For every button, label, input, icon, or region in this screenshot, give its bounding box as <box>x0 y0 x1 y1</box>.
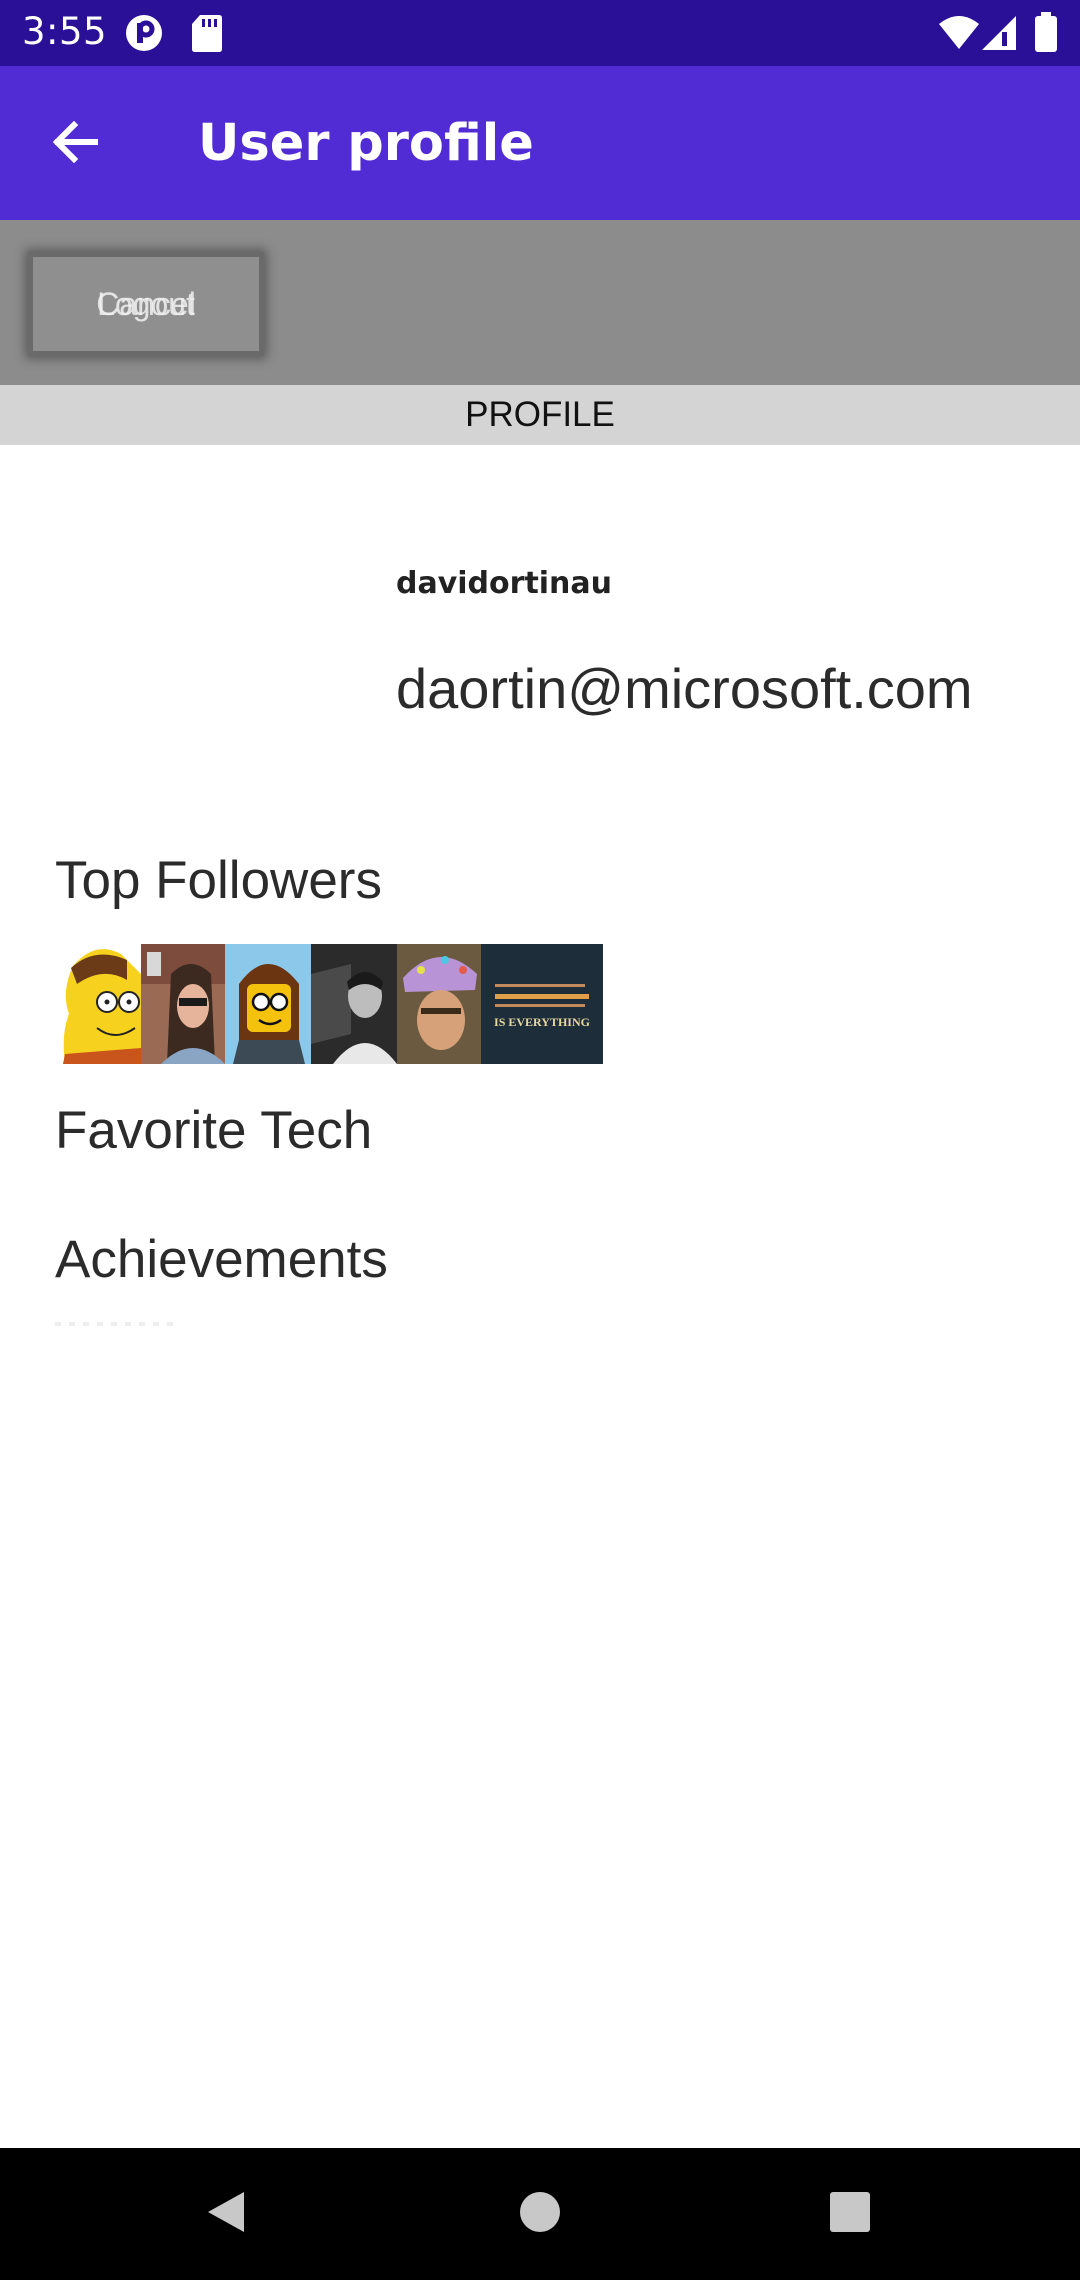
follower-avatar-2[interactable] <box>141 944 225 1064</box>
divider <box>55 1322 175 1326</box>
sd-card-icon <box>191 13 223 57</box>
button-face <box>28 252 264 356</box>
arrow-back-icon <box>52 120 99 167</box>
status-bar: 3:55 <box>0 0 1080 66</box>
app-notification-icon <box>124 13 164 57</box>
follower-avatar-5[interactable] <box>397 944 481 1064</box>
followers-list: IS EVERYTHING <box>55 944 603 1064</box>
top-followers-heading: Top Followers <box>55 851 382 910</box>
back-triangle-icon <box>206 2190 246 2238</box>
tab-profile-label: PROFILE <box>465 395 615 434</box>
status-time: 3:55 <box>22 10 108 53</box>
nav-recents-button[interactable] <box>800 2170 900 2258</box>
nav-back-button[interactable] <box>176 2170 276 2258</box>
follower-avatar-1[interactable] <box>55 944 141 1064</box>
home-circle-icon <box>519 2191 561 2237</box>
system-nav-bar <box>0 2148 1080 2280</box>
cancel-button[interactable]: Logout Cancel <box>28 252 264 356</box>
recents-square-icon <box>829 2191 871 2237</box>
follower-avatar-4[interactable] <box>311 944 397 1064</box>
follower-avatar-3[interactable] <box>225 944 311 1064</box>
back-button[interactable] <box>32 106 118 182</box>
cell-signal-icon <box>980 14 1018 56</box>
toolbar: Logout Cancel <box>0 220 1080 385</box>
follower-avatar-6[interactable]: IS EVERYTHING <box>481 944 603 1064</box>
tab-profile[interactable]: PROFILE <box>0 385 1080 445</box>
achievements-heading: Achievements <box>55 1230 388 1289</box>
wifi-icon <box>938 14 980 54</box>
app-bar: User profile <box>0 66 1080 220</box>
nav-home-button[interactable] <box>490 2170 590 2258</box>
quote-avatar-text: IS EVERYTHING <box>494 1015 590 1029</box>
battery-icon <box>1034 12 1058 56</box>
page-title: User profile <box>198 114 534 173</box>
screen: 3:55 User profile Logout Cancel PROFILE … <box>0 0 1080 2280</box>
username: davidortinau <box>396 566 613 601</box>
email: daortin@microsoft.com <box>396 657 973 720</box>
favorite-tech-heading: Favorite Tech <box>55 1101 373 1160</box>
